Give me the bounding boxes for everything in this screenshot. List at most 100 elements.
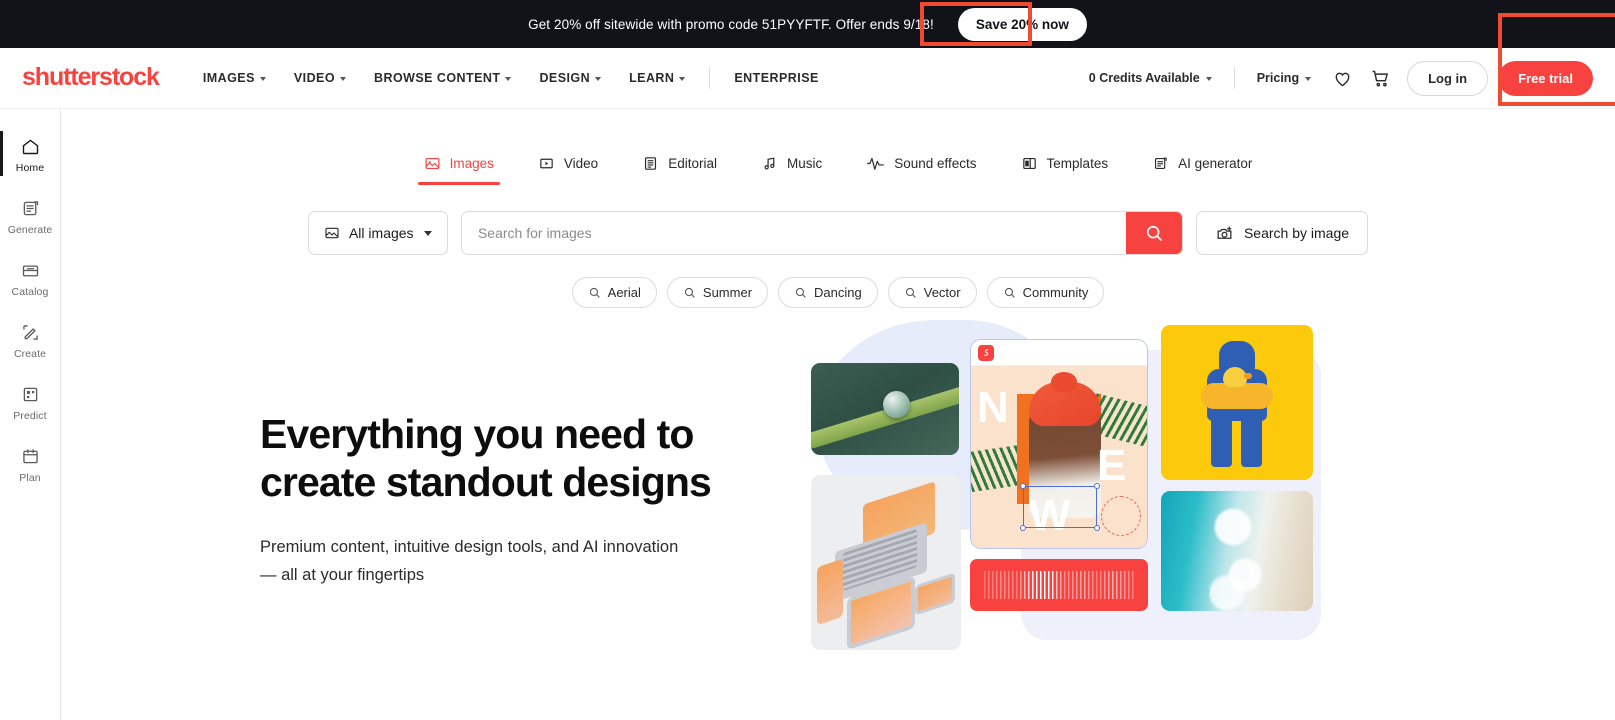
chevron-down-icon	[505, 77, 512, 81]
free-trial-button[interactable]: Free trial	[1498, 60, 1593, 96]
canvas-letter-e: E	[1097, 441, 1127, 490]
chevron-down-icon	[679, 77, 686, 81]
nav-item-enterprise[interactable]: ENTERPRISE	[720, 63, 832, 93]
home-icon	[20, 134, 41, 158]
chip-label: Vector	[923, 285, 961, 300]
canvas-letter-n: N	[977, 383, 1009, 432]
chip-vector[interactable]: Vector	[887, 277, 977, 308]
login-button[interactable]: Log in	[1407, 60, 1489, 96]
hero-title-line-2: create standout designs	[260, 459, 712, 506]
clay-duck	[1223, 367, 1252, 387]
search-submit-button[interactable]	[1125, 212, 1182, 254]
chip-community[interactable]: Community	[986, 277, 1105, 308]
image-type-filter-dropdown[interactable]: All images	[307, 211, 448, 255]
search-icon	[589, 287, 600, 298]
tab-images[interactable]: Images	[402, 155, 516, 185]
waveform-graphic	[984, 571, 1134, 599]
generate-icon	[20, 196, 41, 220]
create-app-icon	[978, 344, 994, 361]
nav-label: IMAGES	[202, 71, 255, 85]
site-header: shutterstock IMAGES VIDEO BROWSE CONTENT…	[0, 48, 1615, 109]
sidebar-item-label: Home	[15, 162, 45, 174]
hero-section: Everything you need to create standout d…	[61, 320, 1615, 650]
editorial-icon	[645, 157, 657, 170]
tab-templates[interactable]: Templates	[999, 155, 1131, 185]
search-input[interactable]	[461, 212, 1126, 254]
sidebar-item-label: Predict	[13, 410, 47, 422]
chip-dancing[interactable]: Dancing	[778, 277, 878, 308]
plan-icon	[20, 444, 41, 468]
selection-box	[1020, 483, 1100, 531]
pricing-label: Pricing	[1256, 71, 1300, 85]
logo-text: shutterstock	[22, 62, 160, 91]
sidebar-item-generate[interactable]: Generate	[0, 185, 60, 247]
suggested-search-chips: Aerial Summer Dancing Vector Community	[61, 277, 1615, 308]
left-sidebar: Home Generate Catalog Create Predict Pla…	[0, 109, 61, 720]
collage-image-clay-figure	[1161, 325, 1313, 480]
promo-banner: Get 20% off sitewide with promo code 51P…	[0, 0, 1615, 48]
nav-item-images[interactable]: IMAGES	[189, 63, 280, 93]
search-icon	[684, 287, 695, 298]
chevron-down-icon	[340, 77, 347, 81]
collage-design-canvas: N E W	[970, 339, 1148, 549]
head-wrap-knot	[1051, 372, 1077, 392]
filter-label: All images	[348, 225, 414, 241]
search-by-image-button[interactable]: Search by image	[1195, 211, 1369, 255]
shutterstock-logo[interactable]: shutterstock	[22, 62, 160, 92]
nav-label: DESIGN	[539, 71, 591, 85]
predict-icon	[20, 382, 41, 406]
search-icon	[1004, 287, 1015, 298]
tab-label: Templates	[1046, 156, 1109, 171]
chip-label: Summer	[702, 285, 753, 300]
sidebar-item-plan[interactable]: Plan	[0, 433, 60, 495]
nav-item-design[interactable]: DESIGN	[525, 63, 615, 93]
header-actions: 0 Credits Available Pricing Log in Free …	[1077, 60, 1593, 96]
tab-video[interactable]: Video	[516, 155, 620, 185]
nav-item-video[interactable]: VIDEO	[280, 63, 360, 93]
search-bar-row: All images Search by image	[61, 211, 1615, 255]
selection-handle	[1094, 483, 1100, 489]
dashed-circle-guide	[1101, 496, 1141, 536]
chevron-down-icon	[1305, 77, 1312, 81]
nav-item-browse-content[interactable]: BROWSE CONTENT	[360, 63, 525, 93]
pricing-dropdown[interactable]: Pricing	[1245, 65, 1323, 91]
promo-banner-text: Get 20% off sitewide with promo code 51P…	[528, 16, 934, 32]
heart-icon	[1335, 72, 1349, 86]
save-20-percent-button[interactable]: Save 20% now	[957, 7, 1087, 41]
nav-label: ENTERPRISE	[734, 71, 819, 85]
collage-image-leaf-droplet	[811, 363, 959, 455]
tab-ai-generator[interactable]: AI generator	[1130, 155, 1274, 185]
cart-button[interactable]	[1363, 61, 1397, 95]
camera-plus-icon	[1217, 226, 1232, 239]
nav-divider	[709, 67, 711, 89]
sidebar-item-create[interactable]: Create	[0, 309, 60, 371]
create-icon	[20, 320, 41, 344]
content-type-tabs: Images Video Editorial Music Sound effec…	[61, 109, 1615, 185]
tab-label: Images	[449, 156, 494, 171]
chip-aerial[interactable]: Aerial	[571, 277, 657, 308]
hero-title-line-1: Everything you need to	[260, 411, 694, 457]
tab-sound-effects[interactable]: Sound effects	[844, 155, 998, 185]
chip-summer[interactable]: Summer	[666, 277, 769, 308]
tab-music[interactable]: Music	[739, 155, 844, 185]
ai-generator-icon	[1155, 157, 1167, 170]
sidebar-item-predict[interactable]: Predict	[0, 371, 60, 433]
chip-label: Aerial	[607, 285, 641, 300]
water-droplet	[883, 391, 910, 418]
tab-editorial[interactable]: Editorial	[620, 155, 739, 185]
video-icon	[540, 158, 553, 169]
canvas-artwork: N E W	[971, 366, 1147, 548]
hero-copy: Everything you need to create standout d…	[260, 360, 730, 589]
nav-item-learn[interactable]: LEARN	[615, 63, 699, 93]
sea-foam	[1209, 491, 1269, 611]
credits-dropdown[interactable]: 0 Credits Available	[1077, 65, 1224, 91]
selection-handle	[1020, 483, 1026, 489]
collage-image-beach	[1161, 491, 1313, 611]
sidebar-item-catalog[interactable]: Catalog	[0, 247, 60, 309]
nav-label: LEARN	[629, 71, 675, 85]
chip-label: Community	[1022, 285, 1089, 300]
hero-image-collage: N E W	[806, 315, 1366, 655]
chevron-down-icon	[595, 77, 602, 81]
sidebar-item-home[interactable]: Home	[0, 123, 60, 185]
favorites-button[interactable]	[1325, 61, 1359, 95]
